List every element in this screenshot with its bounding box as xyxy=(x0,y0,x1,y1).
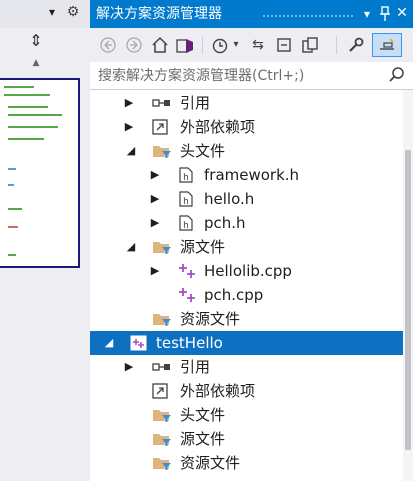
tree-node-label: 头文件 xyxy=(180,142,226,160)
expand-arrow-icon[interactable]: ▶ xyxy=(148,167,162,183)
vertical-scrollbar[interactable] xyxy=(403,90,413,481)
vs-solution-icon[interactable] xyxy=(174,36,196,54)
external-dependencies-icon xyxy=(152,119,170,135)
forward-arrow-icon[interactable] xyxy=(124,36,144,54)
collapse-arrow-icon[interactable]: ◢ xyxy=(102,335,116,351)
pin-icon[interactable] xyxy=(378,6,392,22)
references-icon xyxy=(152,95,170,111)
header-file-icon: h xyxy=(178,167,196,183)
tree-node-label: 资源文件 xyxy=(180,454,241,472)
tree-node-resource-files[interactable]: 资源文件 xyxy=(90,307,403,331)
home-icon[interactable] xyxy=(150,36,170,54)
cpp-file-icon xyxy=(178,287,196,303)
copy-views-icon[interactable] xyxy=(300,36,320,54)
header-file-icon: h xyxy=(178,215,196,231)
tree-node-pch-h[interactable]: ▶ h pch.h xyxy=(90,211,403,235)
cpp-project-icon xyxy=(130,335,148,351)
editor-pane: ▾ ⚙ ⇕ ▲ xyxy=(0,0,90,481)
scroll-up-icon[interactable]: ▲ xyxy=(30,58,42,68)
filter-folder-icon xyxy=(152,311,171,327)
close-icon[interactable]: ✕ xyxy=(395,5,409,21)
tree-node-hellolib-cpp[interactable]: ▶ Hellolib.cpp xyxy=(90,259,403,283)
tree-node-resource-files[interactable]: 资源文件 xyxy=(90,451,403,475)
panel-title: 解决方案资源管理器 xyxy=(96,6,222,22)
filter-folder-icon xyxy=(152,239,171,255)
tree-node-label: 源文件 xyxy=(180,430,226,448)
expand-arrow-icon[interactable]: ▶ xyxy=(148,215,162,231)
back-arrow-icon[interactable] xyxy=(98,36,118,54)
filter-folder-icon xyxy=(152,143,171,159)
window-position-dropdown-icon[interactable]: ▾ xyxy=(360,6,374,22)
expand-arrow-icon[interactable]: ▶ xyxy=(122,119,136,135)
search-input[interactable]: 搜索解决方案资源管理器(Ctrl+;) xyxy=(98,67,304,85)
filter-folder-icon xyxy=(152,431,171,447)
solution-explorer-panel: 解决方案资源管理器 ▾ ✕ ▾ ⇆ 搜索解决方案资源管理器(Ctrl+;) ▶ … xyxy=(90,0,413,481)
solution-tree: ▶ 引用 ▶ 外部依赖项 ◢ 头文件 ▶ h framework.h ▶ h h… xyxy=(90,90,403,481)
split-window-icon[interactable]: ⇕ xyxy=(28,32,44,50)
tree-node-framework-h[interactable]: ▶ h framework.h xyxy=(90,163,403,187)
tree-node-label: 源文件 xyxy=(180,238,226,256)
expand-arrow-icon[interactable]: ▶ xyxy=(122,95,136,111)
tree-node-label: pch.cpp xyxy=(204,286,264,304)
code-minimap[interactable] xyxy=(0,78,80,268)
svg-text:h: h xyxy=(183,173,189,183)
scrollbar-thumb[interactable] xyxy=(405,150,411,450)
history-dropdown-icon[interactable]: ▾ xyxy=(230,36,242,54)
history-clock-icon[interactable] xyxy=(210,36,230,54)
tree-node-hello-h[interactable]: ▶ h hello.h xyxy=(90,187,403,211)
solution-explorer-toolbar: ▾ ⇆ xyxy=(90,28,413,62)
expand-arrow-icon[interactable]: ▶ xyxy=(122,359,136,375)
tree-node-label: 引用 xyxy=(180,358,211,376)
editor-tab-strip: ▾ ⚙ xyxy=(0,0,90,28)
tree-node-label: 资源文件 xyxy=(180,310,241,328)
tree-node-label: framework.h xyxy=(204,166,300,184)
tree-node-label: hello.h xyxy=(204,190,255,208)
sync-arrows-icon[interactable]: ⇆ xyxy=(248,36,268,54)
tree-node-source-files[interactable]: 源文件 xyxy=(90,427,403,451)
tree-node-label: 外部依赖项 xyxy=(180,118,256,136)
tree-node-header-files[interactable]: ◢ 头文件 xyxy=(90,139,403,163)
svg-text:h: h xyxy=(183,221,189,231)
tree-node-project-testhello[interactable]: ◢ testHello xyxy=(90,331,403,355)
expand-arrow-icon[interactable]: ▶ xyxy=(148,263,162,279)
expand-arrow-icon[interactable]: ▶ xyxy=(148,191,162,207)
chevron-down-icon[interactable]: ▾ xyxy=(45,5,59,19)
panel-title-bar[interactable]: 解决方案资源管理器 ▾ ✕ xyxy=(90,0,413,28)
tree-node-label: 外部依赖项 xyxy=(180,382,256,400)
drag-grip[interactable] xyxy=(262,14,354,18)
search-icon[interactable] xyxy=(388,66,406,84)
tree-node-label: 引用 xyxy=(180,94,211,112)
tree-node-label: testHello xyxy=(156,334,223,352)
tree-node-header-files[interactable]: 头文件 xyxy=(90,403,403,427)
toolbar-separator xyxy=(202,36,203,54)
svg-text:h: h xyxy=(183,197,189,207)
filter-folder-icon xyxy=(152,455,171,471)
tree-node-label: pch.h xyxy=(204,214,246,232)
search-box[interactable]: 搜索解决方案资源管理器(Ctrl+;) xyxy=(90,62,413,90)
toolbar-separator xyxy=(336,36,337,54)
filter-folder-icon xyxy=(152,407,171,423)
collapse-arrow-icon[interactable]: ◢ xyxy=(124,239,138,255)
preview-selected-icon xyxy=(378,37,396,53)
tree-node-references[interactable]: ▶ 引用 xyxy=(90,91,403,115)
properties-wrench-icon[interactable] xyxy=(346,36,366,54)
cpp-file-icon xyxy=(178,263,196,279)
split-editor-bar: ⇕ xyxy=(0,30,82,52)
external-dependencies-icon xyxy=(152,383,170,399)
tree-node-label: Hellolib.cpp xyxy=(204,262,292,280)
collapse-all-icon[interactable] xyxy=(274,36,294,54)
tree-node-external-dependencies[interactable]: 外部依赖项 xyxy=(90,379,403,403)
gear-icon[interactable]: ⚙ xyxy=(65,4,81,20)
tree-node-label: 头文件 xyxy=(180,406,226,424)
header-file-icon: h xyxy=(178,191,196,207)
tree-node-external-dependencies[interactable]: ▶ 外部依赖项 xyxy=(90,115,403,139)
tree-node-pch-cpp[interactable]: pch.cpp xyxy=(90,283,403,307)
tree-node-source-files[interactable]: ◢ 源文件 xyxy=(90,235,403,259)
preview-selected-button[interactable] xyxy=(372,33,402,57)
references-icon xyxy=(152,359,170,375)
collapse-arrow-icon[interactable]: ◢ xyxy=(124,143,138,159)
tree-node-references[interactable]: ▶ 引用 xyxy=(90,355,403,379)
